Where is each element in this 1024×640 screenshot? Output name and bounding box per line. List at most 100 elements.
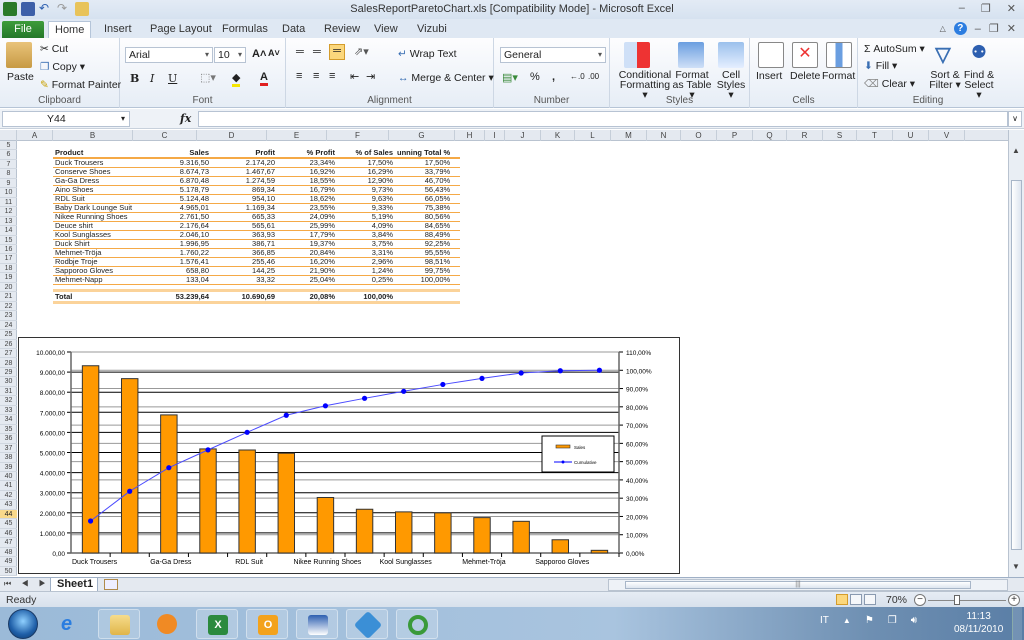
paste-button[interactable]: Paste bbox=[7, 71, 34, 83]
close-button[interactable]: ✕ bbox=[1007, 2, 1016, 15]
row-header-39[interactable]: 39 bbox=[0, 463, 17, 472]
column-header-g[interactable]: G bbox=[389, 130, 455, 141]
column-header-d[interactable]: D bbox=[197, 130, 267, 141]
row-header-30[interactable]: 30 bbox=[0, 377, 17, 387]
worksheet[interactable]: Product Sales Profit % Profit % of Sales… bbox=[18, 141, 1008, 576]
scroll-up-icon[interactable]: ▲ bbox=[1012, 146, 1020, 155]
row-header-16[interactable]: 16 bbox=[0, 245, 17, 255]
scroll-down-icon[interactable]: ▼ bbox=[1012, 562, 1020, 571]
column-header[interactable]: % of Sales bbox=[337, 149, 395, 159]
paste-icon[interactable] bbox=[6, 42, 32, 68]
decrease-indent-icon[interactable]: ⇤ bbox=[350, 70, 359, 83]
column-header-i[interactable]: I bbox=[485, 130, 505, 141]
delete-cells-icon[interactable]: ✕ bbox=[792, 42, 818, 68]
shrink-font-button[interactable]: A˅ bbox=[268, 48, 280, 58]
row-header-17[interactable]: 17 bbox=[0, 254, 17, 264]
tab-home[interactable]: Home bbox=[48, 21, 92, 38]
tab-data[interactable]: Data bbox=[276, 21, 311, 38]
table-cell[interactable]: 0,25% bbox=[337, 275, 395, 285]
clock[interactable]: 11:13 08/11/2010 bbox=[954, 610, 1003, 636]
row-header-20[interactable]: 20 bbox=[0, 283, 17, 293]
fill-color-icon[interactable]: ◆ bbox=[232, 71, 241, 87]
row-header-40[interactable]: 40 bbox=[0, 472, 17, 482]
zoom-out-button[interactable]: − bbox=[914, 594, 926, 606]
total-cell[interactable] bbox=[395, 290, 461, 304]
expand-formula-bar-button[interactable]: ∨ bbox=[1008, 111, 1022, 127]
align-center-icon[interactable]: ≡ bbox=[313, 70, 319, 82]
column-header-m[interactable]: M bbox=[611, 130, 647, 141]
row-header-49[interactable]: 49 bbox=[0, 557, 17, 567]
row-header-5[interactable]: 5 bbox=[0, 141, 17, 151]
row-header-43[interactable]: 43 bbox=[0, 500, 17, 510]
row-header-10[interactable]: 10 bbox=[0, 188, 17, 198]
vertical-scroll-thumb[interactable] bbox=[1011, 180, 1022, 550]
tab-file[interactable]: File bbox=[2, 21, 44, 38]
column-header-h[interactable]: H bbox=[455, 130, 485, 141]
format-cells-icon[interactable] bbox=[826, 42, 852, 68]
taskbar-windows-explorer[interactable] bbox=[98, 609, 140, 639]
row-header-37[interactable]: 37 bbox=[0, 444, 17, 454]
zoom-in-button[interactable]: + bbox=[1008, 594, 1020, 606]
align-top-icon[interactable]: ═ bbox=[296, 46, 304, 58]
taskbar-qlikview[interactable] bbox=[396, 609, 438, 639]
formula-input[interactable] bbox=[198, 111, 1008, 127]
taskbar-excel[interactable]: X bbox=[196, 609, 238, 639]
insert-function-button[interactable]: fx bbox=[180, 112, 191, 125]
column-header-f[interactable]: F bbox=[327, 130, 389, 141]
sort-filter-icon[interactable]: ▽ bbox=[930, 42, 956, 68]
row-header-34[interactable]: 34 bbox=[0, 415, 17, 425]
insert-cells-button[interactable]: Insert bbox=[756, 70, 782, 82]
row-header-45[interactable]: 45 bbox=[0, 519, 17, 529]
vertical-scrollbar[interactable]: ▲ ▼ bbox=[1008, 130, 1024, 577]
row-header-38[interactable]: 38 bbox=[0, 453, 17, 463]
align-bottom-icon[interactable]: ═ bbox=[329, 44, 345, 60]
format-cells-button[interactable]: Format bbox=[822, 70, 855, 82]
tab-formulas[interactable]: Formulas bbox=[216, 21, 274, 38]
column-header[interactable]: % Profit bbox=[277, 149, 337, 159]
grow-font-button[interactable]: A˄ bbox=[252, 48, 266, 60]
row-header-41[interactable]: 41 bbox=[0, 481, 17, 491]
total-cell[interactable]: Total bbox=[53, 290, 151, 304]
row-header-46[interactable]: 46 bbox=[0, 529, 17, 539]
column-header-l[interactable]: L bbox=[575, 130, 611, 141]
table-cell[interactable]: Mehmet-Napp bbox=[53, 275, 151, 285]
row-header-26[interactable]: 26 bbox=[0, 340, 17, 350]
start-button[interactable] bbox=[8, 609, 38, 639]
page-break-view-button[interactable] bbox=[864, 594, 876, 605]
accounting-format-icon[interactable]: ▤▾ bbox=[502, 71, 518, 84]
total-cell[interactable]: 10.690,69 bbox=[211, 290, 277, 304]
row-header-8[interactable]: 8 bbox=[0, 169, 17, 179]
tab-insert[interactable]: Insert bbox=[98, 21, 138, 38]
tab-page-layout[interactable]: Page Layout bbox=[144, 21, 218, 38]
align-right-icon[interactable]: ≡ bbox=[329, 70, 335, 82]
table-cell[interactable]: 100,00% bbox=[395, 275, 461, 285]
autosum-button[interactable]: Σ AutoSum ▾ bbox=[864, 43, 925, 55]
wrap-text-button[interactable]: ↵ Wrap Text bbox=[398, 48, 457, 60]
row-header-18[interactable]: 18 bbox=[0, 264, 17, 274]
total-cell[interactable]: 53.239,64 bbox=[151, 290, 211, 304]
action-center-flag-icon[interactable]: ⚑ bbox=[865, 615, 874, 626]
fill-button[interactable]: ⬇ Fill ▾ bbox=[864, 60, 897, 72]
column-header-v[interactable]: V bbox=[929, 130, 965, 141]
align-left-icon[interactable]: ≡ bbox=[296, 70, 302, 82]
cell-styles-icon[interactable] bbox=[718, 42, 744, 68]
show-desktop-button[interactable] bbox=[1012, 607, 1022, 640]
workbook-restore-button[interactable]: ❐ bbox=[989, 22, 999, 35]
zoom-level[interactable]: 70% bbox=[886, 594, 907, 606]
select-all-button[interactable] bbox=[0, 130, 17, 141]
increase-indent-icon[interactable]: ⇥ bbox=[366, 70, 375, 83]
pareto-chart[interactable]: 0,00 1.000,00 2.000,00 3.000,00 4.000,00 5.00… bbox=[18, 337, 680, 574]
insert-sheet-icon[interactable] bbox=[104, 579, 118, 590]
column-header-b[interactable]: B bbox=[53, 130, 133, 141]
column-header-p[interactable]: P bbox=[717, 130, 753, 141]
align-middle-icon[interactable]: ═ bbox=[313, 46, 321, 58]
page-layout-view-button[interactable] bbox=[850, 594, 862, 605]
column-header-a[interactable]: A bbox=[17, 130, 53, 141]
cut-button[interactable]: ✂ Cut bbox=[40, 43, 68, 55]
orientation-icon[interactable]: ⇗▾ bbox=[354, 45, 369, 58]
row-header-22[interactable]: 22 bbox=[0, 302, 17, 312]
taskbar-paint[interactable] bbox=[296, 609, 338, 639]
restore-button[interactable]: ❐ bbox=[981, 2, 991, 15]
row-header-12[interactable]: 12 bbox=[0, 207, 17, 217]
zoom-slider-handle[interactable] bbox=[954, 595, 960, 605]
